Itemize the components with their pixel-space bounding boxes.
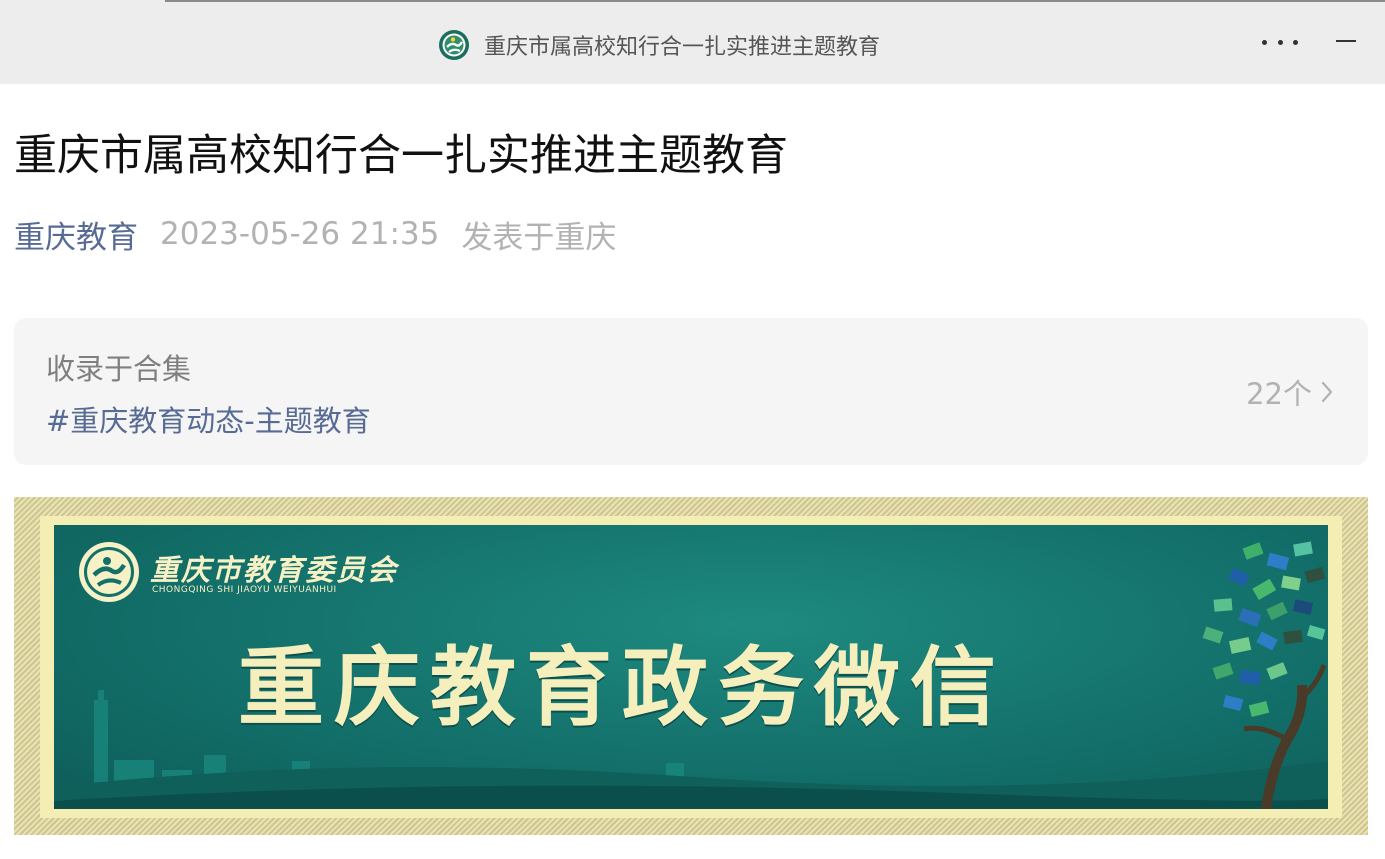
article-meta: 重庆教育 2023-05-26 21:35 发表于重庆 <box>14 212 617 257</box>
chevron-right-icon <box>1321 381 1333 403</box>
article-title: 重庆市属高校知行合一扎实推进主题教育 <box>14 131 788 181</box>
collection-label: 收录于合集 <box>46 352 192 386</box>
banner-border: 重庆市教育委员会 CHONGQING SHI JIAOYU WEIYUANHUI… <box>40 516 1342 818</box>
window-title: 重庆市属高校知行合一扎实推进主题教育 <box>484 35 881 60</box>
collection-card[interactable]: 收录于合集 #重庆教育动态-主题教育 22个 <box>14 318 1368 465</box>
window-title-bar: 重庆市属高校知行合一扎实推进主题教育 <box>0 0 1385 84</box>
department-name: 重庆市教育委员会 <box>150 553 399 587</box>
banner-image: 重庆市教育委员会 CHONGQING SHI JIAOYU WEIYUANHUI… <box>14 497 1368 835</box>
collection-count[interactable]: 22个 <box>1246 374 1334 411</box>
minimize-icon <box>1336 40 1356 42</box>
more-options-button[interactable] <box>1262 28 1298 56</box>
education-logo-icon <box>439 30 469 60</box>
publish-location: 发表于重庆 <box>461 219 617 256</box>
department-pinyin: CHONGQING SHI JIAOYU WEIYUANHUI <box>152 585 337 595</box>
more-dot-icon <box>1293 39 1298 45</box>
collection-count-text: 22个 <box>1246 377 1312 411</box>
more-dot-icon <box>1262 39 1267 45</box>
publish-date: 2023-05-26 21:35 <box>160 216 440 252</box>
window-title-group: 重庆市属高校知行合一扎实推进主题教育 <box>438 27 880 63</box>
banner-title: 重庆教育政务微信 <box>238 638 1006 738</box>
author-link[interactable]: 重庆教育 <box>14 212 138 257</box>
more-dot-icon <box>1277 39 1283 45</box>
loading-progress-line <box>165 0 1385 2</box>
education-commission-seal-icon <box>79 542 139 602</box>
banner-panel: 重庆市教育委员会 CHONGQING SHI JIAOYU WEIYUANHUI… <box>54 525 1328 809</box>
collection-tag-link[interactable]: #重庆教育动态-主题教育 <box>46 398 371 440</box>
